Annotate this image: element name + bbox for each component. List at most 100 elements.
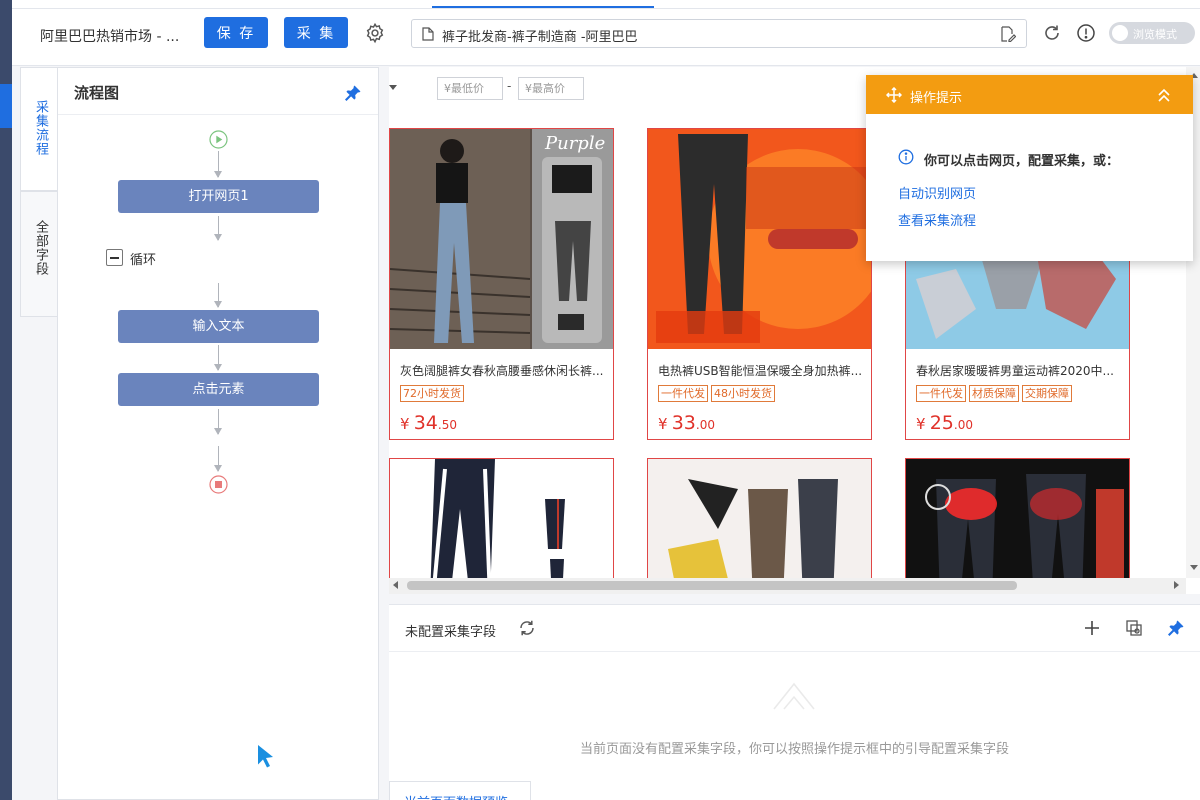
price-currency: ¥ — [658, 415, 668, 433]
fields-header: 未配置采集字段 — [389, 605, 1200, 652]
left-strip-accent — [0, 84, 12, 128]
flow-arrow — [214, 446, 222, 472]
price-range-dash: - — [507, 79, 512, 93]
product-tag: 72小时发货 — [400, 385, 464, 402]
product-tag: 交期保障 — [1022, 385, 1072, 402]
browse-mode-label: 浏览模式 — [1133, 28, 1177, 41]
product-image[interactable] — [648, 129, 871, 349]
tips-message: 你可以点击网页，配置采集，或： — [924, 154, 1120, 169]
flow-header: 流程图 — [58, 68, 378, 115]
scroll-left-icon[interactable] — [393, 581, 398, 589]
refresh-icon[interactable] — [1042, 23, 1062, 43]
product-tags: 一件代发 材质保障 交期保障 — [916, 385, 1075, 402]
product-card[interactable] — [389, 458, 614, 594]
task-title[interactable]: 阿里巴巴热销市场 - ... — [40, 26, 179, 46]
fields-panel: 未配置采集字段 当前页面没有配置采集字段，你可以按照操作提示框中的引导配置采集字… — [389, 604, 1200, 800]
product-tag: 材质保障 — [969, 385, 1019, 402]
fields-title: 未配置采集字段 — [405, 625, 497, 640]
tab-collect-flow[interactable]: 采集流程 — [20, 67, 57, 191]
tab-strip-border — [12, 8, 1200, 9]
price-currency: ¥ — [400, 415, 410, 433]
price-decimal: .50 — [437, 418, 457, 432]
flow-panel: 流程图 打开网页1 循环 输入文本 点击元素 — [57, 67, 379, 800]
price-currency: ¥ — [916, 415, 926, 433]
price-integer: 33 — [671, 412, 696, 434]
product-tag: 48小时发货 — [711, 385, 775, 402]
product-title[interactable]: 灰色阔腿裤女春秋高腰垂感休闲长裤... — [400, 362, 610, 379]
flow-arrow — [214, 283, 222, 308]
loop-collapse-toggle[interactable] — [106, 249, 123, 266]
tab-all-fields[interactable]: 全部字段 — [20, 191, 57, 317]
info-icon — [898, 149, 914, 165]
empty-state-icon — [773, 682, 815, 710]
flow-title: 流程图 — [74, 84, 120, 102]
flow-node-open-page[interactable]: 打开网页1 — [118, 180, 319, 213]
max-price-input[interactable]: ¥最高价 — [518, 77, 584, 100]
plus-icon[interactable] — [1083, 619, 1101, 637]
empty-state-text: 当前页面没有配置采集字段，你可以按照操作提示框中的引导配置采集字段 — [579, 742, 1009, 757]
save-button[interactable]: 保 存 — [204, 17, 268, 48]
url-text: 裤子批发商-裤子制造商 -阿里巴巴 — [442, 30, 638, 45]
product-card[interactable]: Purple 灰色阔腿裤女春秋高腰垂感休闲长裤... 72小时发货 ¥ 34.5… — [389, 128, 614, 440]
product-card[interactable] — [647, 458, 872, 594]
tab-collect-flow-label: 采集流程 — [33, 100, 48, 156]
flow-arrow — [214, 151, 222, 178]
flow-node-input-text[interactable]: 输入文本 — [118, 310, 319, 343]
flow-node-loop[interactable]: 循环 — [130, 249, 156, 268]
edit-icon[interactable] — [1000, 26, 1016, 42]
flow-arrow — [214, 216, 222, 241]
product-price: ¥ 34.50 — [400, 412, 457, 434]
browse-mode-toggle[interactable]: 浏览模式 — [1109, 22, 1195, 44]
auto-detect-link[interactable]: 自动识别网页 — [898, 183, 976, 202]
horizontal-scroll-thumb[interactable] — [407, 581, 1017, 590]
toggle-knob — [1112, 25, 1128, 41]
tab-all-fields-label: 全部字段 — [33, 220, 48, 276]
caret-down-icon[interactable] — [389, 85, 397, 90]
collect-button[interactable]: 采 集 — [284, 17, 348, 48]
refresh-icon[interactable] — [518, 619, 536, 637]
cursor-icon — [258, 745, 273, 768]
svg-text:Purple: Purple — [544, 133, 605, 154]
gear-icon[interactable] — [364, 22, 386, 44]
pin-icon[interactable] — [344, 84, 362, 102]
price-decimal: .00 — [695, 418, 715, 432]
product-image[interactable] — [906, 459, 1129, 594]
product-card[interactable] — [905, 458, 1130, 594]
side-tabs: 采集流程 全部字段 — [20, 67, 57, 317]
view-flow-link[interactable]: 查看采集流程 — [898, 210, 976, 229]
product-tag: 一件代发 — [916, 385, 966, 402]
tab-data-preview-label: 当前页面数据预览 — [404, 792, 508, 800]
pin-icon[interactable] — [1167, 619, 1185, 637]
product-tag: 一件代发 — [658, 385, 708, 402]
chevrons-up-icon[interactable] — [1156, 87, 1172, 103]
product-price: ¥ 33.00 — [658, 412, 715, 434]
product-tags: 一件代发 48小时发货 — [658, 385, 778, 402]
flow-arrow — [214, 409, 222, 435]
doc-icon — [422, 27, 434, 41]
flow-node-click-element[interactable]: 点击元素 — [118, 373, 319, 406]
product-price: ¥ 25.00 — [916, 412, 973, 434]
tab-data-preview[interactable]: 当前页面数据预览 — [389, 781, 531, 800]
product-tags: 72小时发货 — [400, 385, 467, 402]
min-price-input[interactable]: ¥最低价 — [437, 77, 503, 100]
product-image[interactable] — [390, 459, 613, 594]
move-icon[interactable] — [886, 87, 902, 103]
price-decimal: .00 — [953, 418, 973, 432]
info-icon[interactable] — [1076, 23, 1096, 43]
scroll-right-icon[interactable] — [1174, 581, 1179, 589]
product-title[interactable]: 春秋居家暖暖裤男童运动裤2020中... — [916, 362, 1126, 379]
price-integer: 34 — [413, 412, 438, 434]
product-image[interactable] — [648, 459, 871, 594]
stop-icon — [209, 475, 228, 494]
product-title[interactable]: 电热裤USB智能恒温保暖全身加热裤... — [658, 362, 868, 379]
copy-icon[interactable] — [1125, 619, 1143, 637]
url-bar[interactable]: 裤子批发商-裤子制造商 -阿里巴巴 — [411, 19, 1027, 48]
scroll-down-icon[interactable] — [1190, 565, 1198, 570]
tips-header[interactable]: 操作提示 — [866, 75, 1193, 114]
left-strip — [0, 0, 12, 800]
product-card[interactable]: 电热裤USB智能恒温保暖全身加热裤... 一件代发 48小时发货 ¥ 33.00 — [647, 128, 872, 440]
flow-arrow — [214, 345, 222, 371]
active-tab-indicator — [432, 6, 654, 8]
product-image[interactable]: Purple — [390, 129, 613, 349]
tips-popup: 操作提示 你可以点击网页，配置采集，或： 自动识别网页 查看采集流程 — [866, 75, 1193, 261]
